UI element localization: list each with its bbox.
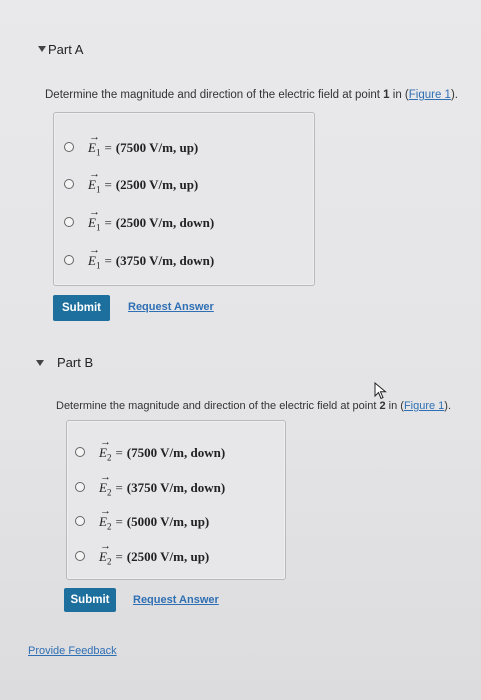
e-vector-symbol: → E1: [88, 131, 101, 158]
option-formula: → E1 = (7500 V/m, up): [88, 131, 199, 158]
option-value: (2500 V/m, up): [126, 549, 210, 565]
part-b-collapse-caret-icon[interactable]: [36, 360, 44, 366]
e-vector-symbol: → E2: [99, 471, 112, 498]
radio-button[interactable]: [64, 217, 74, 227]
part-b-option-1[interactable]: → E2 = (7500 V/m, down): [75, 436, 226, 463]
e-vector-symbol: → E1: [88, 206, 101, 233]
part-a-figure-link[interactable]: Figure 1: [409, 89, 451, 101]
part-b-option-3[interactable]: → E2 = (5000 V/m, up): [75, 505, 210, 532]
part-a-question-mid: in (: [389, 89, 409, 101]
option-value: (3750 V/m, down): [115, 253, 215, 269]
option-value: (2500 V/m, up): [115, 177, 199, 193]
option-formula: → E2 = (2500 V/m, up): [99, 540, 210, 567]
option-formula: → E2 = (7500 V/m, down): [99, 436, 226, 463]
part-a-option-2[interactable]: → E1 = (2500 V/m, up): [64, 168, 199, 195]
part-a-option-4[interactable]: → E1 = (3750 V/m, down): [64, 244, 215, 271]
part-a-question: Determine the magnitude and direction of…: [45, 89, 458, 101]
e-vector-symbol: → E1: [88, 244, 101, 271]
part-a-question-prefix: Determine the magnitude and direction of…: [45, 89, 384, 101]
option-formula: → E2 = (5000 V/m, up): [99, 505, 210, 532]
part-b-options-box: → E2 = (7500 V/m, down) → E2 = (3750 V/m, …: [66, 420, 286, 580]
radio-button[interactable]: [75, 482, 85, 492]
part-a-request-answer-link[interactable]: Request Answer: [128, 301, 214, 313]
radio-button[interactable]: [64, 179, 74, 189]
option-value: (3750 V/m, down): [126, 480, 226, 496]
radio-button[interactable]: [64, 142, 74, 152]
part-b-question-prefix: Determine the magnitude and direction of…: [56, 400, 380, 412]
radio-button[interactable]: [75, 551, 85, 561]
part-a-collapse-caret-icon[interactable]: [38, 46, 46, 52]
e-vector-symbol: → E2: [99, 505, 112, 532]
option-value: (5000 V/m, up): [126, 514, 210, 530]
option-value: (7500 V/m, down): [126, 445, 226, 461]
part-b-question-suffix: ).: [444, 400, 452, 412]
e-vector-symbol: → E1: [88, 168, 101, 195]
provide-feedback-link[interactable]: Provide Feedback: [28, 645, 117, 657]
mouse-cursor-icon: [374, 382, 387, 400]
part-b-title: Part B: [57, 355, 94, 370]
part-a-options-box: → E1 = (7500 V/m, up) → E1 = (2500 V/m, up…: [53, 112, 315, 286]
option-value: (2500 V/m, down): [115, 215, 215, 231]
part-b-option-2[interactable]: → E2 = (3750 V/m, down): [75, 471, 226, 498]
part-a-submit-button[interactable]: Submit: [53, 295, 110, 321]
part-a-option-3[interactable]: → E1 = (2500 V/m, down): [64, 206, 215, 233]
radio-button[interactable]: [64, 255, 74, 265]
part-a-title: Part A: [48, 42, 84, 57]
option-value: (7500 V/m, up): [115, 140, 199, 156]
part-a-question-suffix: ).: [450, 89, 458, 101]
part-b-submit-button[interactable]: Submit: [64, 588, 116, 612]
option-formula: → E2 = (3750 V/m, down): [99, 471, 226, 498]
part-b-question-mid: in (: [385, 400, 404, 412]
radio-button[interactable]: [75, 447, 85, 457]
option-formula: → E1 = (2500 V/m, up): [88, 168, 199, 195]
option-formula: → E1 = (2500 V/m, down): [88, 206, 215, 233]
e-vector-symbol: → E2: [99, 540, 112, 567]
part-a-option-1[interactable]: → E1 = (7500 V/m, up): [64, 131, 199, 158]
part-b-request-answer-link[interactable]: Request Answer: [133, 594, 219, 606]
part-b-question: Determine the magnitude and direction of…: [56, 400, 451, 412]
part-b-figure-link[interactable]: Figure 1: [404, 400, 444, 412]
radio-button[interactable]: [75, 516, 85, 526]
e-vector-symbol: → E2: [99, 436, 112, 463]
option-formula: → E1 = (3750 V/m, down): [88, 244, 215, 271]
part-b-option-4[interactable]: → E2 = (2500 V/m, up): [75, 540, 210, 567]
